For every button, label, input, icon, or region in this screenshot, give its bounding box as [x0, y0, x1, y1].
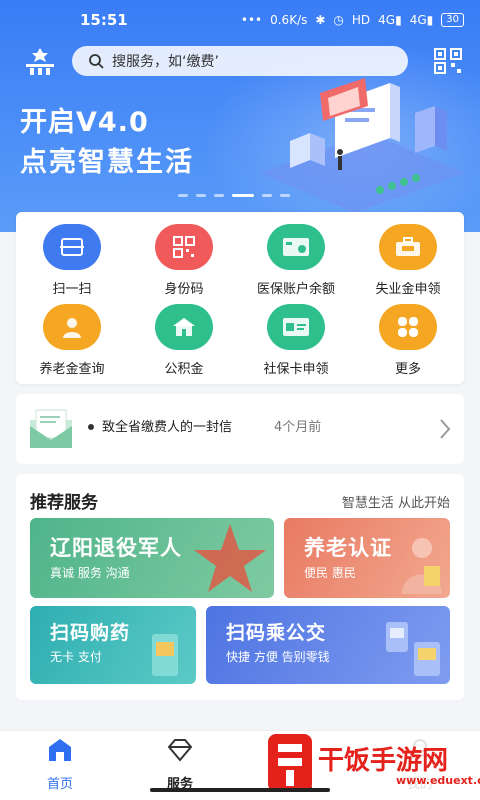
social-security-card-icon [267, 304, 325, 350]
service-more[interactable]: 更多 [352, 304, 464, 377]
home-indicator [150, 788, 330, 792]
search-placeholder: 搜服务，如‘缴费’ [112, 54, 219, 70]
watermark-url: www.eduext.com [396, 774, 480, 787]
battery-icon: 30 [441, 13, 464, 27]
service-medical-balance[interactable]: 医保账户余额 [240, 224, 352, 297]
nav-home[interactable]: 首页 [0, 737, 120, 792]
tile-pension-auth[interactable]: 养老认证 便民 惠民 [284, 518, 450, 598]
banner-subtitle: 点亮智慧生活 [20, 147, 194, 178]
medical-card-icon [267, 224, 325, 270]
service-id-code[interactable]: 身份码 [128, 224, 240, 297]
diamond-icon [167, 739, 193, 762]
search-bar[interactable]: 搜服务，如‘缴费’ [72, 46, 408, 76]
home-icon [49, 739, 71, 761]
more-grid-icon [379, 304, 437, 350]
elder-person-icon [43, 304, 101, 350]
service-unemployment[interactable]: 失业金申领 [352, 224, 464, 297]
bluetooth-icon: ✱ [315, 13, 326, 27]
chevron-right-icon [440, 419, 451, 439]
network-speed: 0.6K/s [270, 13, 308, 27]
watermark-text: 干饭手游网 [318, 746, 449, 776]
banner-pagination [178, 194, 290, 197]
notice-card[interactable]: 致全省缴费人的一封信 4个月前 [16, 394, 464, 464]
signal-4g-icon: 4G▮ [378, 13, 402, 27]
service-housing-fund[interactable]: 公积金 [128, 304, 240, 377]
alarm-icon: ◷ [333, 13, 344, 27]
notice-bullet [88, 424, 94, 430]
notice-title: 致全省缴费人的一封信 [102, 420, 233, 435]
app-logo-icon [26, 48, 54, 75]
signal-dots-icon: ••• [240, 13, 263, 27]
envelope-icon [30, 409, 72, 448]
banner-illustration [260, 78, 465, 213]
service-scan[interactable]: 扫一扫 [16, 224, 128, 297]
services-grid: 扫一扫 身份码 医保账户余额 失业金申领 养老金查询 公积金 社保卡申领 更多 [16, 212, 464, 384]
toolbox-icon [379, 224, 437, 270]
elder-illustration-icon [402, 538, 442, 594]
recommended-subtitle: 智慧生活 从此开始 [341, 496, 450, 511]
scan-icon [43, 224, 101, 270]
qr-code-icon [155, 224, 213, 270]
service-social-card[interactable]: 社保卡申领 [240, 304, 352, 377]
notice-time: 4个月前 [274, 420, 322, 435]
signal-4g-icon-2: 4G▮ [409, 13, 434, 27]
tile-scan-bus[interactable]: 扫码乘公交 快捷 方便 告别零钱 [206, 606, 450, 684]
search-icon [89, 54, 104, 69]
tile-scan-medicine[interactable]: 扫码购药 无卡 支付 [30, 606, 196, 684]
recommended-title: 推荐服务 [30, 493, 98, 513]
banner-title: 开启V4.0 [20, 107, 149, 138]
nav-services[interactable]: 服务 [120, 737, 240, 792]
status-bar: 15:51 ••• 0.6K/s ✱ ◷ HD 4G▮ 4G▮ 30 [0, 0, 480, 40]
bus-illustration-icon [386, 622, 440, 676]
tile-veterans[interactable]: 辽阳退役军人 真诚 服务 沟通 [30, 518, 274, 598]
star-decoration-icon [194, 524, 266, 592]
service-pension-query[interactable]: 养老金查询 [16, 304, 128, 377]
phone-illustration-icon [152, 634, 178, 676]
hd-icon: HD [351, 13, 371, 27]
house-fund-icon [155, 304, 213, 350]
qr-scan-icon[interactable] [432, 46, 464, 76]
status-time: 15:51 [80, 11, 128, 29]
recommended-section: 推荐服务 智慧生活 从此开始 辽阳退役军人 真诚 服务 沟通 养老认证 便民 惠… [16, 474, 464, 700]
